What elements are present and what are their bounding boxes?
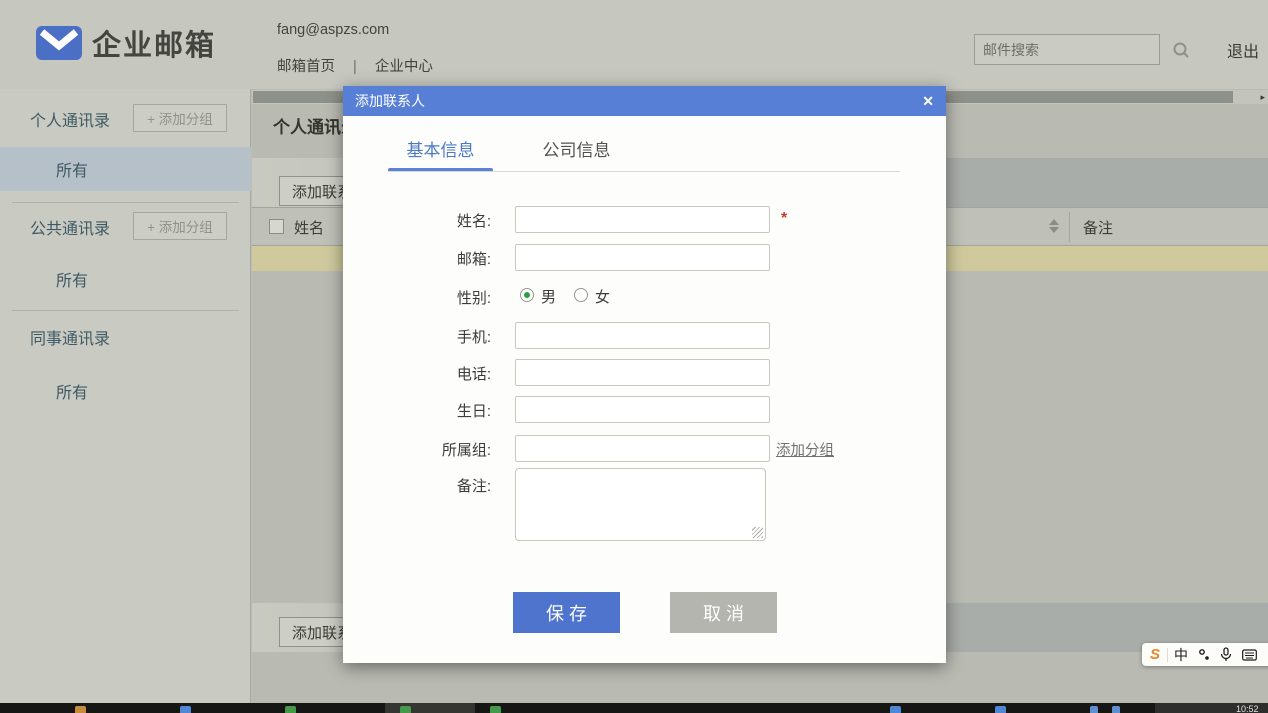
search-icon[interactable] xyxy=(1172,35,1190,64)
account-email: fang@aspzs.com xyxy=(277,22,390,38)
ime-divider xyxy=(1167,647,1169,662)
sidebar-item-personal-all[interactable]: 所有 xyxy=(0,147,251,191)
column-header-name[interactable]: 姓名 xyxy=(294,217,324,238)
sidebar-section-personal-contacts[interactable]: 个人通讯录 xyxy=(30,107,110,131)
ime-toolbar: S 中 xyxy=(1142,643,1268,666)
add-group-button-public[interactable]: + 添加分组 xyxy=(133,212,227,240)
sidebar-section-public-contacts[interactable]: 公共通讯录 xyxy=(30,215,110,239)
phone-label: 电话: xyxy=(456,366,491,383)
mail-search-input[interactable] xyxy=(975,41,1172,58)
required-marker: * xyxy=(781,210,788,227)
mobile-field[interactable] xyxy=(515,322,770,349)
close-icon[interactable]: ✕ xyxy=(922,86,934,116)
sogou-icon[interactable]: S xyxy=(1150,646,1160,663)
scroll-right-arrow-icon[interactable]: ▸ xyxy=(1260,90,1265,104)
taskbar-tray-icon[interactable] xyxy=(1112,706,1120,713)
email-field[interactable] xyxy=(515,244,770,271)
header: 企业邮箱 fang@aspzs.com 邮箱首页 | 企业中心 退出 xyxy=(0,0,1268,89)
birthday-label: 生日: xyxy=(456,403,491,420)
sidebar-section-colleague-contacts[interactable]: 同事通讯录 xyxy=(30,325,110,349)
keyboard-icon[interactable] xyxy=(1242,648,1257,661)
chinese-mode-icon[interactable]: 中 xyxy=(1174,645,1188,665)
taskbar-app-icon[interactable] xyxy=(890,706,901,713)
header-nav: 邮箱首页 | 企业中心 xyxy=(277,55,447,76)
sidebar-divider xyxy=(12,310,239,311)
group-field[interactable] xyxy=(515,435,770,462)
nav-mail-home[interactable]: 邮箱首页 xyxy=(277,59,335,75)
gender-label: 性别: xyxy=(456,290,491,307)
tools-icon[interactable] xyxy=(1198,648,1210,661)
tab-basic-info[interactable]: 基本信息 xyxy=(388,136,493,166)
logout-button[interactable]: 退出 xyxy=(1227,38,1259,62)
sidebar-divider xyxy=(12,202,239,203)
column-divider xyxy=(1069,212,1070,242)
group-label: 所属组: xyxy=(441,442,491,459)
mail-logo-icon xyxy=(36,26,82,60)
birthday-field[interactable] xyxy=(515,396,770,423)
sidebar-item-label: 所有 xyxy=(56,385,89,402)
sidebar: 个人通讯录 + 添加分组 所有 公共通讯录 + 添加分组 所有 同事通讯录 所有 xyxy=(0,89,251,703)
sidebar-item-public-all[interactable]: 所有 xyxy=(0,257,251,301)
gender-male-radio[interactable] xyxy=(520,288,534,302)
gender-female-label[interactable]: 女 xyxy=(595,286,610,307)
mail-search-box xyxy=(974,34,1189,65)
taskbar-app-icon[interactable] xyxy=(400,706,411,713)
tab-baseline xyxy=(388,171,900,172)
taskbar-app-icon[interactable] xyxy=(285,706,296,713)
sidebar-item-label: 所有 xyxy=(56,163,89,180)
brand-title: 企业邮箱 xyxy=(92,30,217,62)
sidebar-item-label: 所有 xyxy=(56,273,89,290)
mobile-label: 手机: xyxy=(456,329,491,346)
taskbar-active-slot[interactable] xyxy=(385,703,475,713)
taskbar-app-icon[interactable] xyxy=(75,706,86,713)
microphone-icon[interactable] xyxy=(1220,647,1232,662)
tab-company-info[interactable]: 公司信息 xyxy=(524,136,629,166)
name-label: 姓名: xyxy=(456,213,491,230)
name-field[interactable] xyxy=(515,206,770,233)
remark-label: 备注: xyxy=(456,478,491,495)
taskbar-app-icon[interactable] xyxy=(995,706,1006,713)
add-group-link[interactable]: 添加分组 xyxy=(776,439,834,460)
dialog-title: 添加联系人 xyxy=(355,93,425,109)
gender-male-label[interactable]: 男 xyxy=(541,286,556,307)
add-group-button-personal[interactable]: + 添加分组 xyxy=(133,104,227,132)
column-header-remark[interactable]: 备注 xyxy=(1083,217,1113,238)
select-all-checkbox[interactable] xyxy=(269,219,284,234)
save-button[interactable]: 保 存 xyxy=(513,592,620,633)
sidebar-item-colleague-all[interactable]: 所有 xyxy=(0,369,251,413)
taskbar-app-icon[interactable] xyxy=(180,706,191,713)
nav-separator: | xyxy=(353,59,357,75)
nav-enterprise-center[interactable]: 企业中心 xyxy=(375,59,433,75)
taskbar[interactable]: 10:52 xyxy=(0,703,1268,713)
email-label: 邮箱: xyxy=(456,251,491,268)
taskbar-clock: 10:52 xyxy=(1236,704,1259,713)
phone-field[interactable] xyxy=(515,359,770,386)
cancel-button[interactable]: 取 消 xyxy=(670,592,777,633)
dialog-titlebar[interactable]: 添加联系人 ✕ xyxy=(343,86,946,116)
add-contact-dialog: 添加联系人 ✕ 基本信息 公司信息 姓名: * 邮箱: 性别: 男 女 手机: … xyxy=(343,86,946,663)
remark-field[interactable] xyxy=(515,468,766,541)
gender-female-radio[interactable] xyxy=(574,288,588,302)
enterprise-mail-app: 企业邮箱 fang@aspzs.com 邮箱首页 | 企业中心 退出 个人通讯录… xyxy=(0,0,1268,713)
taskbar-app-icon[interactable] xyxy=(490,706,501,713)
sort-icon[interactable] xyxy=(1049,218,1059,234)
taskbar-tray-icon[interactable] xyxy=(1090,706,1098,713)
